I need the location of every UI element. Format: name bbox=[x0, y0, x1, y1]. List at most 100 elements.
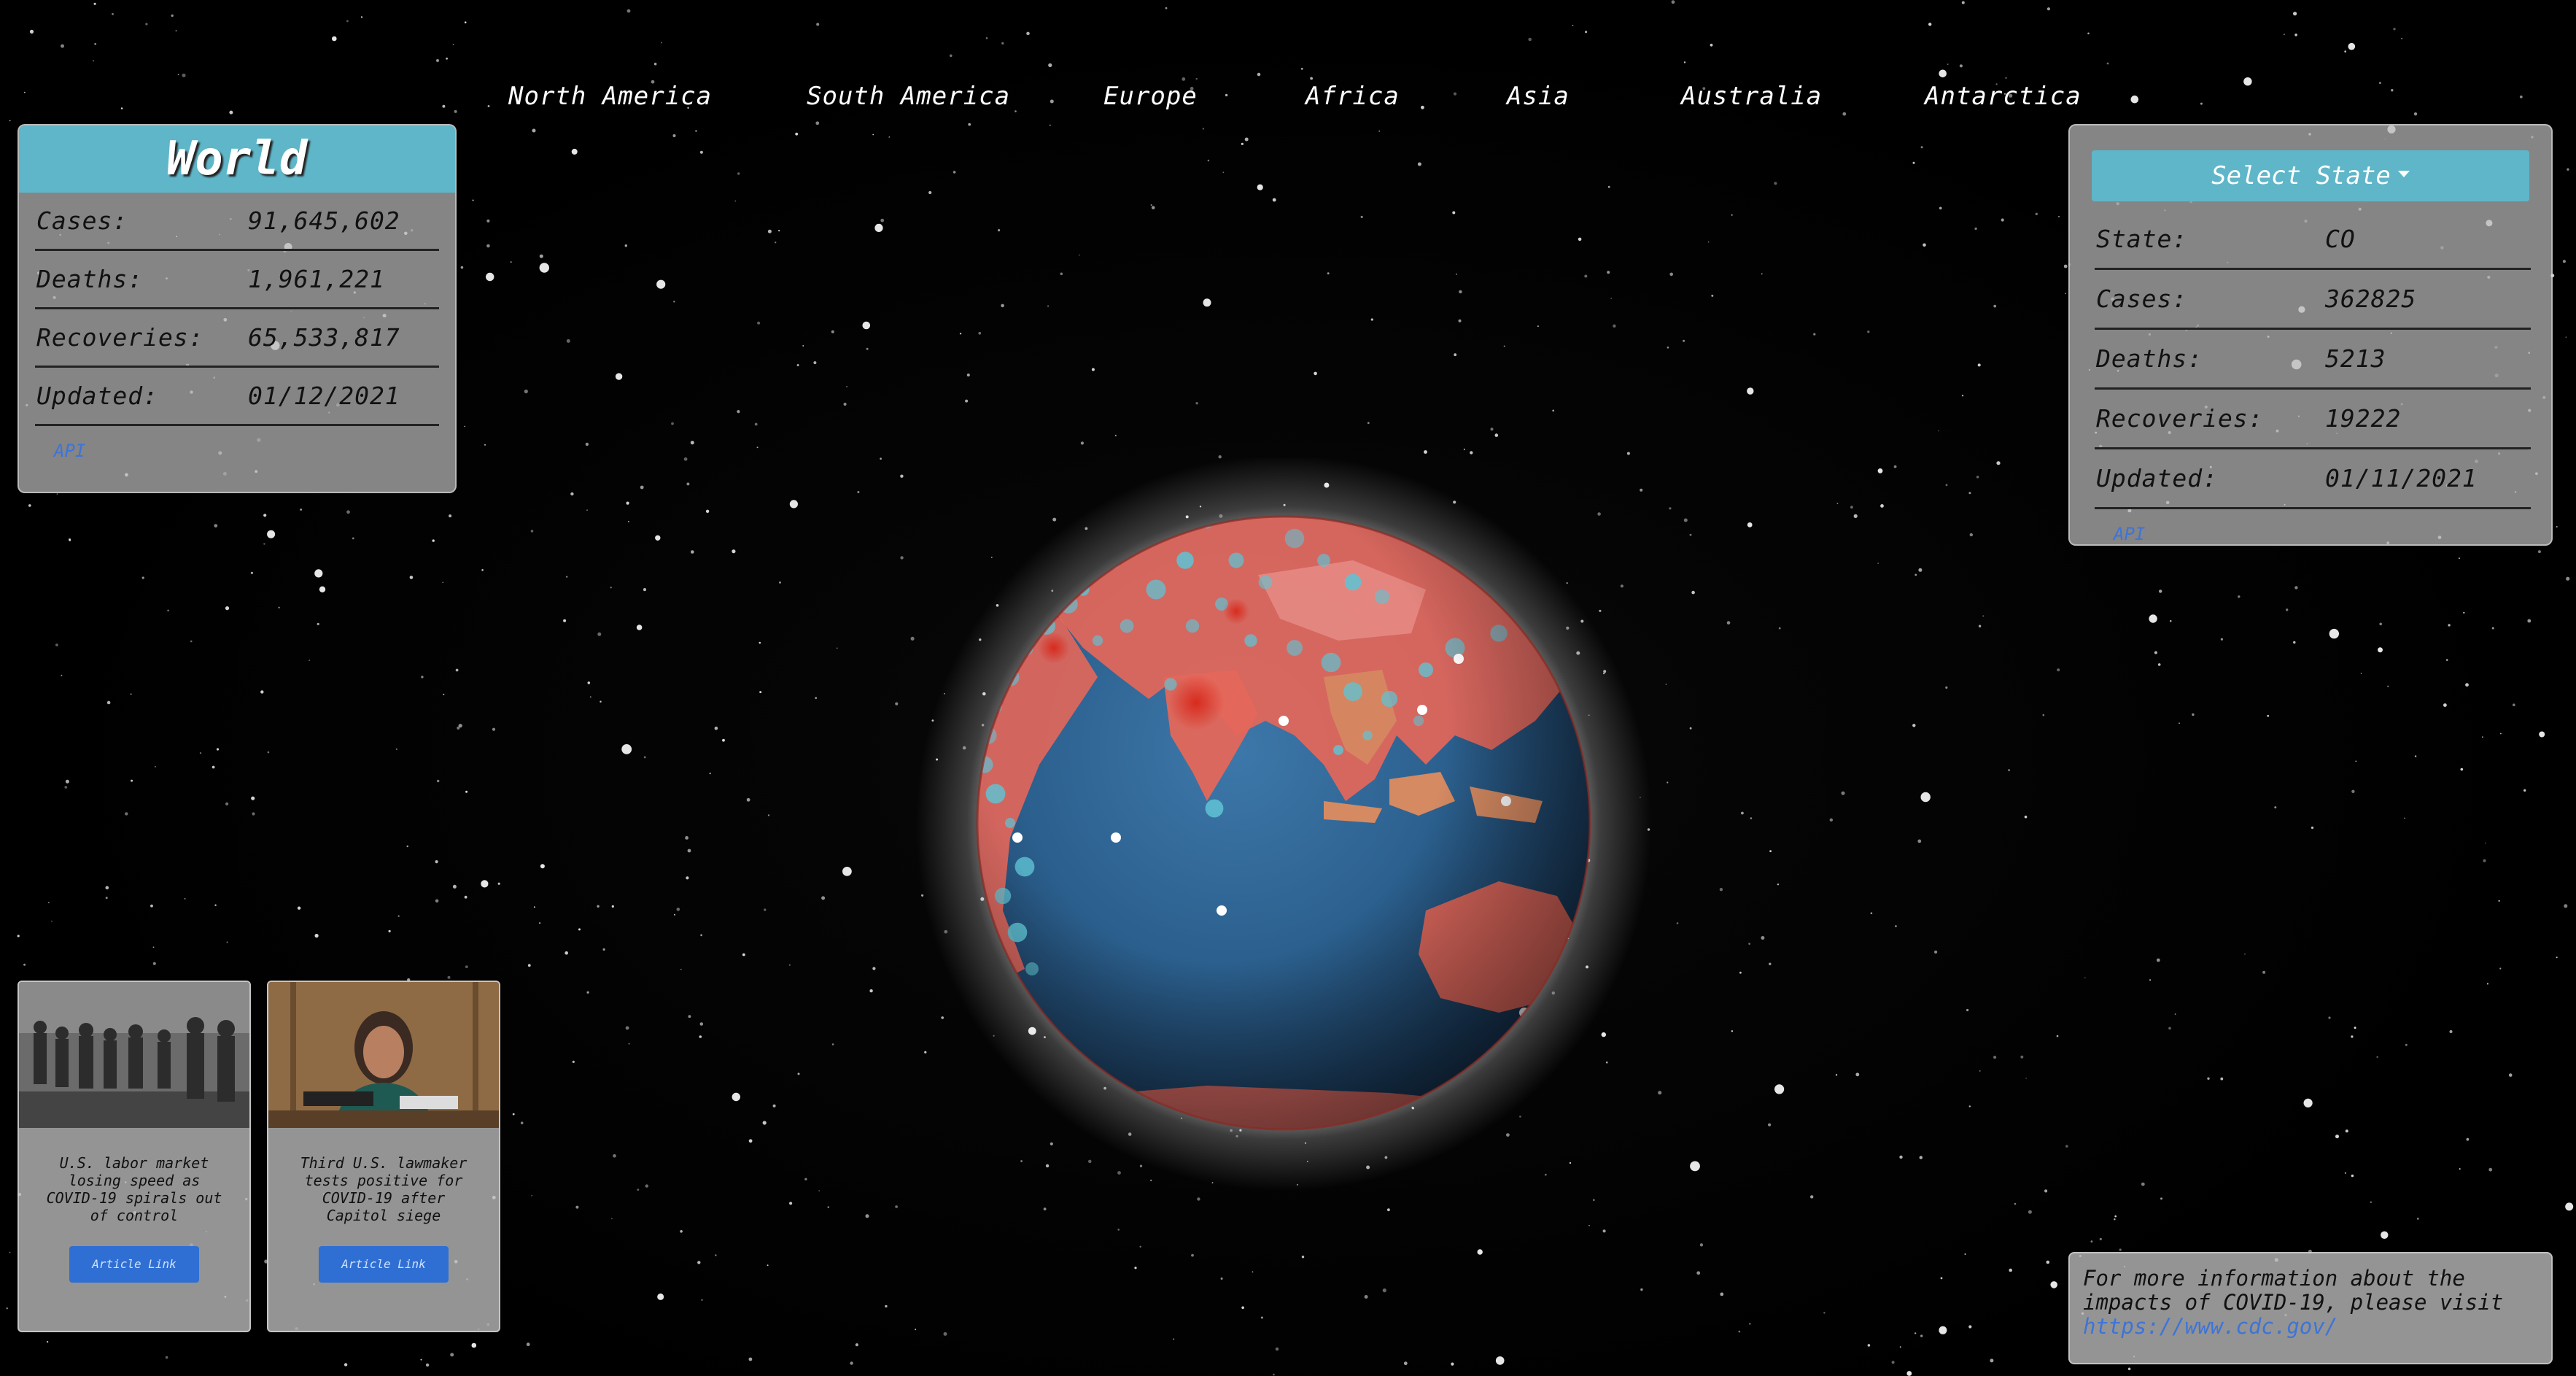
star bbox=[767, 1264, 769, 1267]
article-link-button-2[interactable]: Article Link bbox=[319, 1246, 449, 1283]
star bbox=[1696, 1271, 1701, 1275]
star bbox=[626, 9, 631, 13]
star bbox=[1241, 142, 1244, 145]
star bbox=[481, 569, 484, 571]
world-recoveries-value: 65,533,817 bbox=[248, 323, 400, 352]
star bbox=[1578, 237, 1582, 241]
star bbox=[1920, 1334, 1923, 1337]
star bbox=[2459, 557, 2460, 559]
star bbox=[212, 765, 215, 769]
star bbox=[2564, 904, 2568, 908]
star bbox=[764, 908, 767, 911]
globe[interactable] bbox=[915, 455, 1652, 1195]
star bbox=[578, 928, 581, 931]
state-name-value: CO bbox=[2325, 225, 2356, 253]
select-state-dropdown[interactable]: Select State bbox=[2092, 150, 2529, 201]
star bbox=[1151, 206, 1155, 209]
star bbox=[464, 895, 468, 899]
star bbox=[1683, 61, 1686, 63]
star bbox=[1047, 305, 1050, 307]
star bbox=[2008, 769, 2011, 772]
star bbox=[1048, 63, 1052, 67]
star bbox=[566, 339, 570, 343]
star bbox=[950, 54, 953, 58]
star bbox=[55, 643, 58, 646]
world-cases-label: Cases: bbox=[36, 206, 128, 235]
star bbox=[2160, 1197, 2162, 1200]
star bbox=[2238, 595, 2241, 598]
star bbox=[1592, 1199, 1595, 1202]
star bbox=[1454, 353, 1457, 357]
star bbox=[691, 550, 694, 554]
star bbox=[715, 1254, 717, 1256]
star bbox=[2154, 651, 2157, 654]
star bbox=[2482, 736, 2483, 738]
star bbox=[676, 908, 680, 911]
star bbox=[1026, 31, 1030, 36]
star bbox=[1968, 492, 1971, 495]
star bbox=[2157, 663, 2161, 666]
star bbox=[442, 581, 444, 584]
star bbox=[2491, 627, 2494, 630]
star bbox=[1197, 1197, 1200, 1201]
article-link-button-1[interactable]: Article Link bbox=[69, 1246, 199, 1283]
nav-africa[interactable]: Africa bbox=[1306, 82, 1400, 111]
star bbox=[360, 16, 363, 18]
star bbox=[1244, 137, 1249, 142]
star bbox=[680, 1230, 683, 1233]
world-deaths-row: Deaths: 1,961,221 bbox=[35, 251, 439, 309]
star bbox=[2046, 1260, 2050, 1264]
star bbox=[779, 581, 781, 584]
star bbox=[880, 457, 882, 460]
star bbox=[2267, 714, 2269, 717]
nav-south-america[interactable]: South America bbox=[807, 82, 1010, 111]
star bbox=[1774, 182, 1777, 185]
nav-asia[interactable]: Asia bbox=[1507, 82, 1570, 111]
star bbox=[2449, 1030, 2453, 1033]
nav-australia[interactable]: Australia bbox=[1681, 82, 1822, 111]
world-api-link[interactable]: API bbox=[54, 441, 85, 461]
state-api-link[interactable]: API bbox=[2114, 524, 2145, 544]
nav-north-america[interactable]: North America bbox=[508, 82, 712, 111]
star bbox=[2379, 622, 2382, 626]
news-title-1: U.S. labor market losing speed as COVID-… bbox=[46, 1154, 222, 1224]
star bbox=[267, 751, 270, 754]
globe-container[interactable] bbox=[915, 455, 1652, 1195]
star bbox=[965, 399, 969, 403]
app-stage: North America South America Europe Afric… bbox=[0, 0, 2576, 1376]
star bbox=[530, 530, 534, 533]
star bbox=[184, 898, 186, 900]
star bbox=[575, 1205, 579, 1209]
star bbox=[2014, 1202, 2017, 1205]
star bbox=[1990, 1358, 1994, 1363]
star bbox=[346, 20, 349, 23]
star bbox=[216, 748, 220, 751]
star bbox=[1778, 627, 1781, 630]
star bbox=[1585, 31, 1588, 34]
star bbox=[2460, 768, 2464, 771]
star bbox=[94, 42, 97, 45]
star bbox=[778, 230, 780, 232]
state-recoveries-label: Recoveries: bbox=[2096, 404, 2264, 433]
world-deaths-label: Deaths: bbox=[36, 265, 144, 293]
star bbox=[953, 171, 956, 174]
star bbox=[1117, 1229, 1120, 1231]
star bbox=[125, 812, 128, 816]
star bbox=[130, 693, 132, 695]
nav-antarctica[interactable]: Antarctica bbox=[1925, 82, 2082, 111]
star bbox=[1829, 818, 1833, 822]
star bbox=[526, 1342, 530, 1347]
caret-down-icon bbox=[2397, 170, 2410, 177]
star bbox=[1739, 971, 1742, 974]
star bbox=[1978, 625, 1982, 627]
star bbox=[1378, 130, 1380, 132]
nav-europe[interactable]: Europe bbox=[1103, 82, 1198, 111]
star bbox=[797, 1072, 800, 1075]
cdc-link[interactable]: https://www.cdc.gov/ bbox=[2083, 1314, 2338, 1339]
news-card-2: Third U.S. lawmaker tests positive for C… bbox=[267, 981, 500, 1332]
star bbox=[1273, 1373, 1275, 1376]
world-stats-panel: World Cases: 91,645,602 Deaths: 1,961,22… bbox=[18, 124, 457, 493]
star bbox=[29, 29, 34, 34]
star bbox=[2416, 1218, 2419, 1220]
star bbox=[112, 12, 114, 15]
